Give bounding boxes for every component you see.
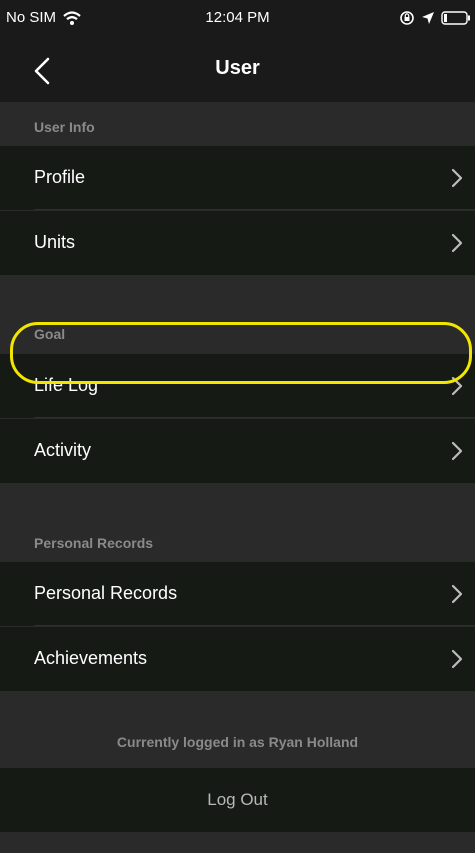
divider [34, 625, 475, 626]
divider [34, 417, 475, 418]
list-item-activity[interactable]: Activity [0, 419, 475, 483]
list-item-personal-records[interactable]: Personal Records [0, 562, 475, 626]
list-item-label: Units [34, 232, 76, 252]
list-item-life-log[interactable]: Life Log [0, 354, 475, 418]
page-title: User [215, 57, 260, 79]
chevron-right-icon [451, 441, 463, 461]
section-header-goal: Goal [34, 326, 66, 342]
section-header-user-info: User Info [34, 119, 95, 135]
logged-in-status: Currently logged in as Ryan Holland [116, 734, 359, 750]
navigation-bar: User [0, 40, 475, 102]
chevron-right-icon [451, 376, 463, 396]
chevron-right-icon [451, 584, 463, 604]
log-out-button[interactable]: Log Out [0, 768, 475, 832]
chevron-right-icon [451, 649, 463, 669]
location-arrow-icon [422, 12, 434, 24]
list-item-label: Personal Records [34, 583, 178, 603]
list-item-label: Activity [34, 440, 92, 460]
list-item-label: Achievements [34, 648, 148, 668]
section-header-personal-records: Personal Records [34, 535, 154, 551]
list-item-label: Life Log [34, 375, 99, 395]
chevron-right-icon [451, 233, 463, 253]
divider [34, 209, 475, 210]
status-bar: No SIM 12:04 PM [0, 0, 475, 40]
list-item-label: Profile [34, 167, 86, 187]
list-item-achievements[interactable]: Achievements [0, 627, 475, 691]
list-item-profile[interactable]: Profile [0, 146, 475, 210]
orientation-lock-icon [400, 11, 414, 25]
chevron-right-icon [451, 168, 463, 188]
list-item-units[interactable]: Units [0, 211, 475, 275]
battery-icon [441, 11, 470, 25]
